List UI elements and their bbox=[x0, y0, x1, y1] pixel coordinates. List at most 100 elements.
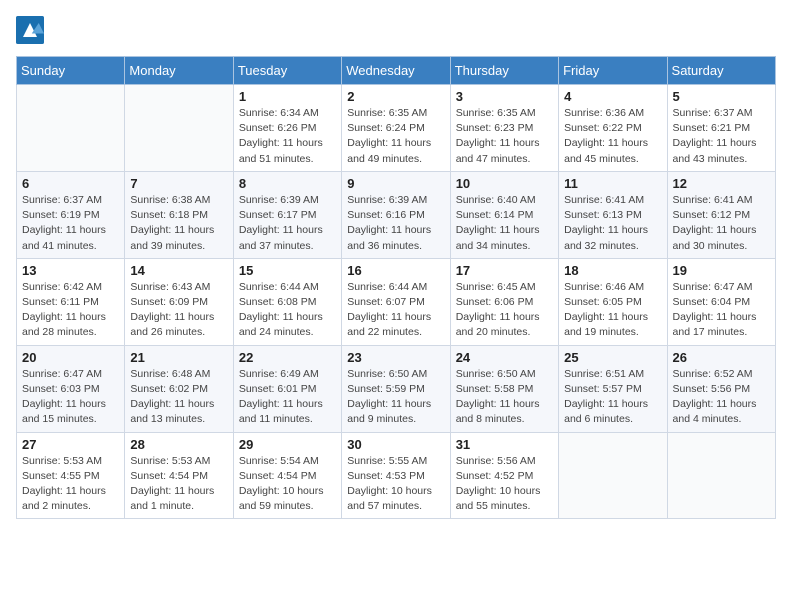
day-number: 20 bbox=[22, 350, 119, 365]
day-number: 28 bbox=[130, 437, 227, 452]
calendar-cell bbox=[667, 432, 775, 519]
day-number: 25 bbox=[564, 350, 661, 365]
day-info: Sunrise: 6:37 AM Sunset: 6:21 PM Dayligh… bbox=[673, 106, 770, 167]
calendar-cell: 5 Sunrise: 6:37 AM Sunset: 6:21 PM Daylig… bbox=[667, 85, 775, 172]
calendar-header-row: SundayMondayTuesdayWednesdayThursdayFrid… bbox=[17, 57, 776, 85]
day-number: 11 bbox=[564, 176, 661, 191]
day-info: Sunrise: 6:52 AM Sunset: 5:56 PM Dayligh… bbox=[673, 367, 770, 428]
calendar-cell: 1 Sunrise: 6:34 AM Sunset: 6:26 PM Daylig… bbox=[233, 85, 341, 172]
day-number: 7 bbox=[130, 176, 227, 191]
day-info: Sunrise: 5:54 AM Sunset: 4:54 PM Dayligh… bbox=[239, 454, 336, 515]
logo bbox=[16, 16, 46, 44]
calendar-cell: 18 Sunrise: 6:46 AM Sunset: 6:05 PM Dayli… bbox=[559, 258, 667, 345]
day-info: Sunrise: 6:44 AM Sunset: 6:07 PM Dayligh… bbox=[347, 280, 444, 341]
day-number: 12 bbox=[673, 176, 770, 191]
calendar-cell: 22Sunrise: 6:49 AM Sunset: 6:01 PM Dayli… bbox=[233, 345, 341, 432]
day-number: 29 bbox=[239, 437, 336, 452]
calendar-week-row: 6 Sunrise: 6:37 AM Sunset: 6:19 PM Daylig… bbox=[17, 171, 776, 258]
calendar-week-row: 20 Sunrise: 6:47 AM Sunset: 6:03 PM Dayli… bbox=[17, 345, 776, 432]
calendar-cell: 24 Sunrise: 6:50 AM Sunset: 5:58 PM Dayli… bbox=[450, 345, 558, 432]
day-number: 3 bbox=[456, 89, 553, 104]
calendar-cell: 14 Sunrise: 6:43 AM Sunset: 6:09 PM Dayli… bbox=[125, 258, 233, 345]
calendar-cell: 6 Sunrise: 6:37 AM Sunset: 6:19 PM Daylig… bbox=[17, 171, 125, 258]
calendar-cell: 20 Sunrise: 6:47 AM Sunset: 6:03 PM Dayli… bbox=[17, 345, 125, 432]
day-info: Sunrise: 6:35 AM Sunset: 6:23 PM Dayligh… bbox=[456, 106, 553, 167]
day-info: Sunrise: 5:53 AM Sunset: 4:54 PM Dayligh… bbox=[130, 454, 227, 515]
day-info: Sunrise: 6:36 AM Sunset: 6:22 PM Dayligh… bbox=[564, 106, 661, 167]
day-number: 19 bbox=[673, 263, 770, 278]
day-info: Sunrise: 6:39 AM Sunset: 6:16 PM Dayligh… bbox=[347, 193, 444, 254]
day-info: Sunrise: 6:40 AM Sunset: 6:14 PM Dayligh… bbox=[456, 193, 553, 254]
day-info: Sunrise: 6:34 AM Sunset: 6:26 PM Dayligh… bbox=[239, 106, 336, 167]
calendar-cell: 13 Sunrise: 6:42 AM Sunset: 6:11 PM Dayli… bbox=[17, 258, 125, 345]
day-info: Sunrise: 6:43 AM Sunset: 6:09 PM Dayligh… bbox=[130, 280, 227, 341]
day-info: Sunrise: 6:50 AM Sunset: 5:59 PM Dayligh… bbox=[347, 367, 444, 428]
day-number: 27 bbox=[22, 437, 119, 452]
day-number: 4 bbox=[564, 89, 661, 104]
day-number: 21 bbox=[130, 350, 227, 365]
day-number: 2 bbox=[347, 89, 444, 104]
calendar-cell: 17Sunrise: 6:45 AM Sunset: 6:06 PM Dayli… bbox=[450, 258, 558, 345]
day-number: 1 bbox=[239, 89, 336, 104]
day-info: Sunrise: 5:53 AM Sunset: 4:55 PM Dayligh… bbox=[22, 454, 119, 515]
day-number: 9 bbox=[347, 176, 444, 191]
day-number: 23 bbox=[347, 350, 444, 365]
day-info: Sunrise: 6:38 AM Sunset: 6:18 PM Dayligh… bbox=[130, 193, 227, 254]
day-info: Sunrise: 6:47 AM Sunset: 6:03 PM Dayligh… bbox=[22, 367, 119, 428]
day-info: Sunrise: 6:50 AM Sunset: 5:58 PM Dayligh… bbox=[456, 367, 553, 428]
calendar-cell: 31Sunrise: 5:56 AM Sunset: 4:52 PM Dayli… bbox=[450, 432, 558, 519]
calendar-cell: 10 Sunrise: 6:40 AM Sunset: 6:14 PM Dayli… bbox=[450, 171, 558, 258]
day-number: 13 bbox=[22, 263, 119, 278]
calendar-cell: 4 Sunrise: 6:36 AM Sunset: 6:22 PM Daylig… bbox=[559, 85, 667, 172]
day-number: 10 bbox=[456, 176, 553, 191]
day-info: Sunrise: 6:47 AM Sunset: 6:04 PM Dayligh… bbox=[673, 280, 770, 341]
calendar-cell: 2 Sunrise: 6:35 AM Sunset: 6:24 PM Daylig… bbox=[342, 85, 450, 172]
day-number: 16 bbox=[347, 263, 444, 278]
day-number: 26 bbox=[673, 350, 770, 365]
day-info: Sunrise: 6:44 AM Sunset: 6:08 PM Dayligh… bbox=[239, 280, 336, 341]
day-number: 14 bbox=[130, 263, 227, 278]
day-info: Sunrise: 6:42 AM Sunset: 6:11 PM Dayligh… bbox=[22, 280, 119, 341]
day-of-week-header: Saturday bbox=[667, 57, 775, 85]
calendar-cell: 15 Sunrise: 6:44 AM Sunset: 6:08 PM Dayli… bbox=[233, 258, 341, 345]
day-info: Sunrise: 5:55 AM Sunset: 4:53 PM Dayligh… bbox=[347, 454, 444, 515]
calendar-cell: 21 Sunrise: 6:48 AM Sunset: 6:02 PM Dayli… bbox=[125, 345, 233, 432]
calendar-cell: 9 Sunrise: 6:39 AM Sunset: 6:16 PM Daylig… bbox=[342, 171, 450, 258]
day-info: Sunrise: 5:56 AM Sunset: 4:52 PM Dayligh… bbox=[456, 454, 553, 515]
day-number: 30 bbox=[347, 437, 444, 452]
calendar-cell bbox=[559, 432, 667, 519]
day-number: 18 bbox=[564, 263, 661, 278]
calendar-cell: 29 Sunrise: 5:54 AM Sunset: 4:54 PM Dayli… bbox=[233, 432, 341, 519]
day-info: Sunrise: 6:35 AM Sunset: 6:24 PM Dayligh… bbox=[347, 106, 444, 167]
calendar-cell bbox=[125, 85, 233, 172]
calendar-cell: 26 Sunrise: 6:52 AM Sunset: 5:56 PM Dayli… bbox=[667, 345, 775, 432]
day-number: 15 bbox=[239, 263, 336, 278]
calendar-cell: 7 Sunrise: 6:38 AM Sunset: 6:18 PM Daylig… bbox=[125, 171, 233, 258]
page-header bbox=[16, 16, 776, 44]
day-number: 5 bbox=[673, 89, 770, 104]
day-of-week-header: Friday bbox=[559, 57, 667, 85]
calendar-cell: 3 Sunrise: 6:35 AM Sunset: 6:23 PM Daylig… bbox=[450, 85, 558, 172]
calendar-cell: 8 Sunrise: 6:39 AM Sunset: 6:17 PM Daylig… bbox=[233, 171, 341, 258]
day-info: Sunrise: 6:48 AM Sunset: 6:02 PM Dayligh… bbox=[130, 367, 227, 428]
calendar-table: SundayMondayTuesdayWednesdayThursdayFrid… bbox=[16, 56, 776, 519]
day-info: Sunrise: 6:49 AM Sunset: 6:01 PM Dayligh… bbox=[239, 367, 336, 428]
day-number: 24 bbox=[456, 350, 553, 365]
calendar-cell: 16 Sunrise: 6:44 AM Sunset: 6:07 PM Dayli… bbox=[342, 258, 450, 345]
calendar-cell: 27 Sunrise: 5:53 AM Sunset: 4:55 PM Dayli… bbox=[17, 432, 125, 519]
day-info: Sunrise: 6:37 AM Sunset: 6:19 PM Dayligh… bbox=[22, 193, 119, 254]
day-number: 6 bbox=[22, 176, 119, 191]
calendar-cell: 30 Sunrise: 5:55 AM Sunset: 4:53 PM Dayli… bbox=[342, 432, 450, 519]
day-number: 8 bbox=[239, 176, 336, 191]
calendar-cell: 25Sunrise: 6:51 AM Sunset: 5:57 PM Dayli… bbox=[559, 345, 667, 432]
calendar-cell: 11Sunrise: 6:41 AM Sunset: 6:13 PM Dayli… bbox=[559, 171, 667, 258]
calendar-week-row: 13 Sunrise: 6:42 AM Sunset: 6:11 PM Dayli… bbox=[17, 258, 776, 345]
day-of-week-header: Thursday bbox=[450, 57, 558, 85]
day-of-week-header: Sunday bbox=[17, 57, 125, 85]
day-of-week-header: Wednesday bbox=[342, 57, 450, 85]
calendar-cell: 23 Sunrise: 6:50 AM Sunset: 5:59 PM Dayli… bbox=[342, 345, 450, 432]
day-of-week-header: Tuesday bbox=[233, 57, 341, 85]
calendar-week-row: 1 Sunrise: 6:34 AM Sunset: 6:26 PM Daylig… bbox=[17, 85, 776, 172]
day-info: Sunrise: 6:39 AM Sunset: 6:17 PM Dayligh… bbox=[239, 193, 336, 254]
day-info: Sunrise: 6:46 AM Sunset: 6:05 PM Dayligh… bbox=[564, 280, 661, 341]
